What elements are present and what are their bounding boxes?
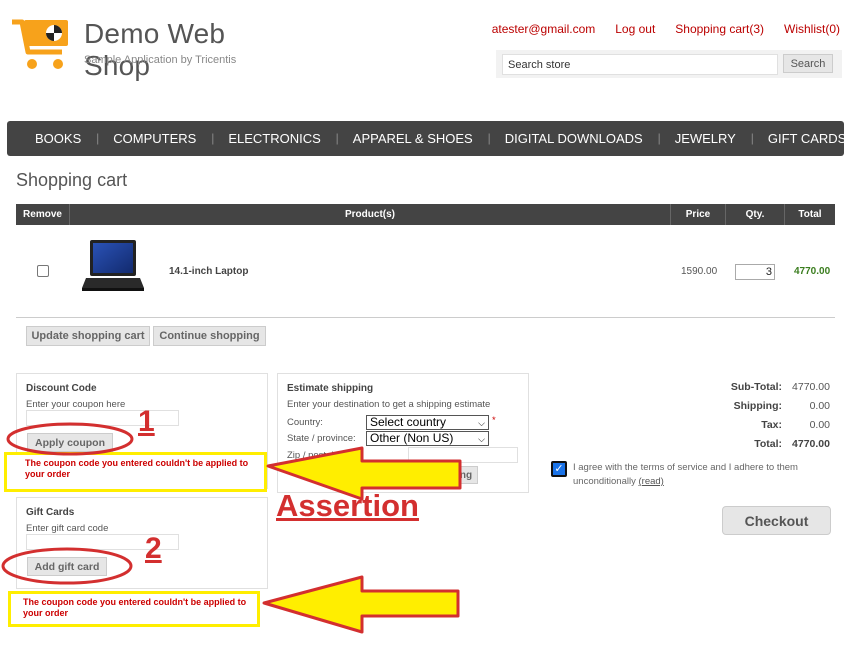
row-subtotal: 4770.00 xyxy=(794,266,831,277)
remove-checkbox[interactable] xyxy=(37,265,49,277)
shopping-cart-logo-icon xyxy=(12,19,68,69)
col-price: Price xyxy=(671,204,726,225)
logo[interactable]: Demo Web Shop Sample Application by Tric… xyxy=(10,18,290,81)
zip-input[interactable] xyxy=(408,447,518,463)
col-total: Total xyxy=(798,209,822,220)
shipping-hint: Enter your destination to get a shipping… xyxy=(287,399,491,410)
quantity-input[interactable] xyxy=(735,264,775,280)
arrow-to-gift-error xyxy=(262,575,460,634)
nav-jewelry[interactable]: JEWELRY xyxy=(659,131,754,146)
total-value: 4770.00 xyxy=(792,437,830,450)
table-row: 14.1-inch Laptop 1590.00 4770.00 xyxy=(16,232,835,318)
total-label: Total: xyxy=(754,437,782,450)
subtotal-label: Sub-Total: xyxy=(730,380,782,393)
coupon-input[interactable] xyxy=(26,410,179,426)
state-select[interactable]: Other (Non US) ⌵ xyxy=(366,431,489,446)
nav-digital-downloads[interactable]: DIGITAL DOWNLOADS xyxy=(489,131,661,146)
nav-computers[interactable]: COMPUTERS xyxy=(97,131,214,146)
nav-gift-cards[interactable]: GIFT CARDS xyxy=(752,131,846,146)
discount-hint: Enter your coupon here xyxy=(26,399,126,410)
top-menu: BOOKS COMPUTERS ELECTRONICS APPAREL & SH… xyxy=(7,121,846,156)
coupon-error-message: The coupon code you entered couldn't be … xyxy=(4,452,267,492)
checkout-button[interactable]: Checkout xyxy=(722,506,831,535)
chevron-down-icon: ⌵ xyxy=(478,434,485,444)
tax-label: Tax: xyxy=(761,418,782,431)
continue-shopping-button[interactable]: Continue shopping xyxy=(153,326,266,346)
account-link[interactable]: atester@gmail.com xyxy=(492,22,596,36)
site-subtitle: Sample Application by Tricentis xyxy=(84,54,237,66)
shipping-title: Estimate shipping xyxy=(287,383,374,394)
search-input[interactable] xyxy=(502,54,778,75)
estimate-shipping-button[interactable]: Estimate shipping xyxy=(380,466,478,484)
unit-price: 1590.00 xyxy=(681,266,718,277)
header-links: atester@gmail.com Log out Shopping cart(… xyxy=(492,22,840,36)
required-mark: * xyxy=(492,415,496,426)
order-totals: Sub-Total: 4770.00 Shipping: 0.00 Tax: 0.00… xyxy=(731,377,830,453)
estimate-shipping-box: Estimate shipping Enter your destination… xyxy=(277,373,529,493)
shopping-cart-link[interactable]: Shopping cart(3) xyxy=(675,22,764,36)
update-cart-button[interactable]: Update shopping cart xyxy=(26,326,150,346)
terms-checkbox[interactable]: ✓ xyxy=(551,461,567,477)
shipping-label: Shipping: xyxy=(733,399,782,412)
wishlist-link[interactable]: Wishlist(0) xyxy=(784,22,840,36)
terms-read-link[interactable]: (read) xyxy=(639,476,664,487)
cart-table-header: Remove Product(s) Price Qty. Total xyxy=(16,204,835,225)
state-value: Other (Non US) xyxy=(370,431,454,445)
gift-card-error-message: The coupon code you entered couldn't be … xyxy=(8,591,260,627)
country-label: Country: xyxy=(287,417,323,428)
gift-title: Gift Cards xyxy=(26,507,75,518)
chevron-down-icon: ⌵ xyxy=(478,418,485,428)
nav-apparel-shoes[interactable]: APPAREL & SHOES xyxy=(337,131,491,146)
discount-title: Discount Code xyxy=(26,383,97,394)
nav-books[interactable]: BOOKS xyxy=(19,131,100,146)
tax-value: 0.00 xyxy=(809,418,830,431)
terms-text: I agree with the terms of service and I … xyxy=(573,462,798,487)
search-button[interactable]: Search xyxy=(783,54,833,73)
terms-of-service: ✓ I agree with the terms of service and … xyxy=(551,461,831,489)
gift-card-box: Gift Cards Enter gift card code Add gift… xyxy=(16,497,268,589)
site-title: Demo Web Shop xyxy=(84,18,226,81)
search-bar: Search xyxy=(496,50,842,78)
add-gift-card-button[interactable]: Add gift card xyxy=(27,557,107,576)
page-title: Shopping cart xyxy=(16,170,128,190)
country-select[interactable]: Select country ⌵ xyxy=(366,415,489,430)
nav-electronics[interactable]: ELECTRONICS xyxy=(212,131,339,146)
col-remove: Remove xyxy=(16,204,70,225)
product-name[interactable]: 14.1-inch Laptop xyxy=(169,266,248,277)
country-value: Select country xyxy=(370,415,447,429)
col-product: Product(s) xyxy=(70,204,671,225)
laptop-product-image[interactable] xyxy=(82,238,144,294)
annotation-number-1: 1 xyxy=(138,405,155,438)
shipping-value: 0.00 xyxy=(809,399,830,412)
subtotal-value: 4770.00 xyxy=(792,380,830,393)
zip-label: Zip / postal code: xyxy=(287,450,360,461)
annotation-assertion: Assertion xyxy=(276,488,419,523)
gift-hint: Enter gift card code xyxy=(26,523,109,534)
annotation-number-2: 2 xyxy=(145,532,162,565)
apply-coupon-button[interactable]: Apply coupon xyxy=(27,433,113,452)
state-label: State / province: xyxy=(287,433,356,444)
col-qty: Qty. xyxy=(726,204,785,225)
logout-link[interactable]: Log out xyxy=(615,22,655,36)
